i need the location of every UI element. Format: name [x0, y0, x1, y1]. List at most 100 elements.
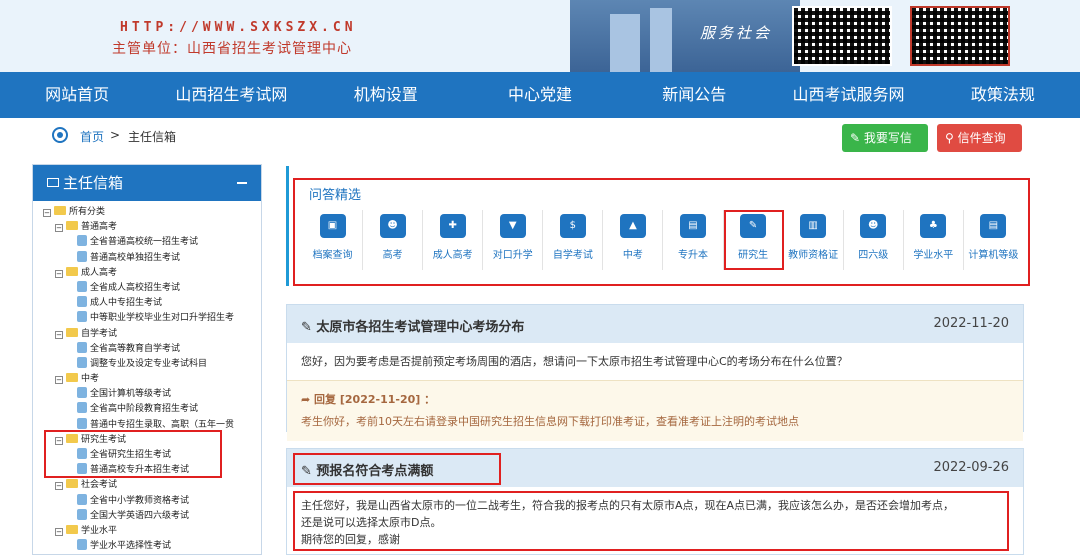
breadcrumb-home[interactable]: 首页: [80, 128, 104, 145]
tree-item-label: 所有分类: [69, 207, 106, 217]
folder-icon: [66, 524, 78, 534]
service-slogan: 服务社会: [700, 24, 773, 42]
query-letter-button[interactable]: ⚲ 信件查询: [937, 124, 1022, 152]
tree-item-label: 成人高考: [81, 267, 118, 278]
tree-item-label: 中考: [81, 374, 100, 385]
tree-leaf-item[interactable]: 成人中专招生考试: [37, 296, 257, 311]
qa-category-9[interactable]: ☻ 四六级: [844, 210, 904, 270]
computer-icon: ▤: [980, 214, 1007, 238]
tree-folder-item[interactable]: − 成人高考: [37, 266, 257, 281]
nav-organization[interactable]: 机构设置: [309, 72, 463, 118]
document-icon: [77, 311, 87, 323]
tree-folder-item[interactable]: − 中考: [37, 372, 257, 387]
site-url: HTTP://WWW.SXKSZX.CN: [120, 20, 357, 35]
sidebar-title: 主任信箱: [63, 174, 124, 192]
folder-icon: [66, 266, 78, 276]
write-letter-label: 我要写信: [863, 131, 912, 145]
tree-item-label: 全省高等教育自学考试: [90, 343, 181, 354]
post-reply: ➦ 回复 [2022-11-20] ： 考生你好，考前10天左右请登录中国研究生…: [287, 380, 1023, 441]
expand-toggle-icon[interactable]: −: [55, 269, 63, 278]
tree-leaf-item[interactable]: 全国大学英语四六级考试: [37, 508, 257, 524]
tree-item-label: 全国计算机等级考试: [90, 389, 172, 400]
main-nav: 网站首页 山西招生考试网 机构设置 中心党建 新闻公告 山西考试服务网 政策法规: [0, 72, 1080, 118]
qa-category-5[interactable]: ▲ 中考: [603, 210, 664, 270]
tree-leaf-item[interactable]: 普通高校单独招生考试: [37, 250, 257, 266]
qa-category-label: 计算机等级: [968, 250, 1019, 261]
highlight-box-sidebar: [44, 430, 222, 478]
nav-exam-site[interactable]: 山西招生考试网: [154, 72, 308, 118]
folder-icon: [66, 327, 78, 337]
organization-name: 主管单位：山西省招生考试管理中心: [112, 41, 352, 57]
tree-folder-item[interactable]: − 学业水平: [37, 524, 257, 539]
qa-category-8[interactable]: ▥ 教师资格证: [784, 210, 844, 270]
qa-category-1[interactable]: ☻ 高考: [363, 210, 424, 270]
qa-category-3[interactable]: ▼ 对口升学: [483, 210, 544, 270]
tree-item-label: 普通高考: [81, 222, 118, 233]
tree-folder-item[interactable]: − 社会考试: [37, 478, 257, 493]
document-icon: [77, 250, 87, 262]
tree-item-label: 调整专业及设定专业考试科目: [90, 358, 208, 369]
tree-folder-item[interactable]: − 所有分类: [37, 205, 257, 220]
query-letter-label: 信件查询: [957, 131, 1006, 145]
document-icon: [77, 387, 87, 399]
write-letter-button[interactable]: ✎ 我要写信: [842, 124, 928, 152]
qr-code-1: [792, 6, 892, 66]
tree-leaf-item[interactable]: 学业水平选择性考试: [37, 539, 257, 554]
nav-service[interactable]: 山西考试服务网: [771, 72, 925, 118]
post-question: 您好，因为要考虑是否提前预定考场周围的酒店，想请问一下太原市招生考试管理中心C的…: [301, 355, 848, 368]
category-tree: − 所有分类 − 普通高考 全省普通高校统一招生考试 普通高校单独招生考试 − 成人高考 全省成…: [33, 201, 261, 554]
tree-folder-item[interactable]: − 自学考试: [37, 327, 257, 342]
tree-leaf-item[interactable]: 全国计算机等级考试: [37, 387, 257, 402]
nav-home[interactable]: 网站首页: [0, 72, 154, 118]
podium-icon: ♣: [920, 214, 947, 238]
tree-leaf-item[interactable]: 全省高等教育自学考试: [37, 341, 257, 357]
qa-category-label: 研究生: [738, 250, 769, 261]
qa-category-4[interactable]: $ 自学考试: [543, 210, 604, 270]
folder-icon: [54, 206, 66, 215]
qa-category-2[interactable]: ✚ 成人高考: [423, 210, 484, 270]
nav-news[interactable]: 新闻公告: [617, 72, 771, 118]
tree-leaf-item[interactable]: 调整专业及设定专业考试科目: [37, 356, 257, 372]
tree-item-label: 全省普通高校统一招生考试: [90, 237, 199, 248]
expand-toggle-icon[interactable]: −: [43, 209, 51, 217]
nav-party[interactable]: 中心党建: [463, 72, 617, 118]
collapse-icon[interactable]: [237, 182, 247, 184]
folder-icon: [66, 221, 78, 231]
qa-category-6[interactable]: ▤ 专升本: [663, 210, 724, 270]
expand-toggle-icon[interactable]: −: [55, 376, 63, 385]
reply-body: 考生你好，考前10天左右请登录中国研究生招生信息网下载打印准考证，查看准考证上注…: [301, 415, 799, 428]
qa-category-7[interactable]: ✎ 研究生: [723, 210, 784, 270]
expand-toggle-icon[interactable]: −: [55, 330, 63, 339]
qr-code-2: [910, 6, 1010, 66]
post-card-1[interactable]: ✎ 太原市各招生考试管理中心考场分布 2022-11-20 您好，因为要考虑是否…: [286, 304, 1024, 441]
qa-category-label: 高考: [382, 250, 403, 261]
post-header: ✎ 太原市各招生考试管理中心考场分布 2022-11-20: [287, 305, 1023, 343]
tree-item-label: 中等职业学校毕业生对口升学招生考: [90, 313, 235, 324]
breadcrumb-current: 主任信箱: [128, 130, 177, 144]
qa-category-11[interactable]: ▤ 计算机等级: [964, 210, 1023, 270]
document-icon: [77, 539, 87, 551]
tree-leaf-item[interactable]: 全省中小学教师资格考试: [37, 493, 257, 509]
expand-toggle-icon[interactable]: −: [55, 482, 63, 491]
qa-category-label: 专升本: [678, 250, 708, 261]
expand-toggle-icon[interactable]: −: [55, 224, 63, 233]
tree-item-label: 学业水平: [81, 525, 118, 536]
nav-policy[interactable]: 政策法规: [926, 72, 1080, 118]
tree-leaf-item[interactable]: 全省成人高校招生考试: [37, 280, 257, 296]
tree-leaf-item[interactable]: 全省普通高校统一招生考试: [37, 235, 257, 250]
money-bag-icon: $: [559, 214, 586, 238]
reply-header: ➦ 回复 [2022-11-20] ：: [301, 393, 436, 406]
document-icon: [77, 356, 87, 368]
tree-leaf-item[interactable]: 中等职业学校毕业生对口升学招生考: [37, 311, 257, 326]
tree-folder-item[interactable]: − 普通高考: [37, 220, 257, 235]
qa-category-label: 档案查询: [312, 250, 353, 261]
tree-item-label: 社会考试: [81, 480, 118, 491]
qa-category-label: 学业水平: [913, 250, 954, 261]
folder-icon: [66, 479, 78, 489]
post-date: 2022-11-20: [933, 316, 1009, 331]
post-title[interactable]: ✎ 太原市各招生考试管理中心考场分布: [301, 316, 524, 335]
qa-category-10[interactable]: ♣ 学业水平: [904, 210, 964, 270]
tree-leaf-item[interactable]: 全省高中阶段教育招生考试: [37, 402, 257, 417]
expand-toggle-icon[interactable]: −: [55, 527, 63, 536]
qa-category-0[interactable]: ▣ 档案查询: [303, 210, 364, 270]
